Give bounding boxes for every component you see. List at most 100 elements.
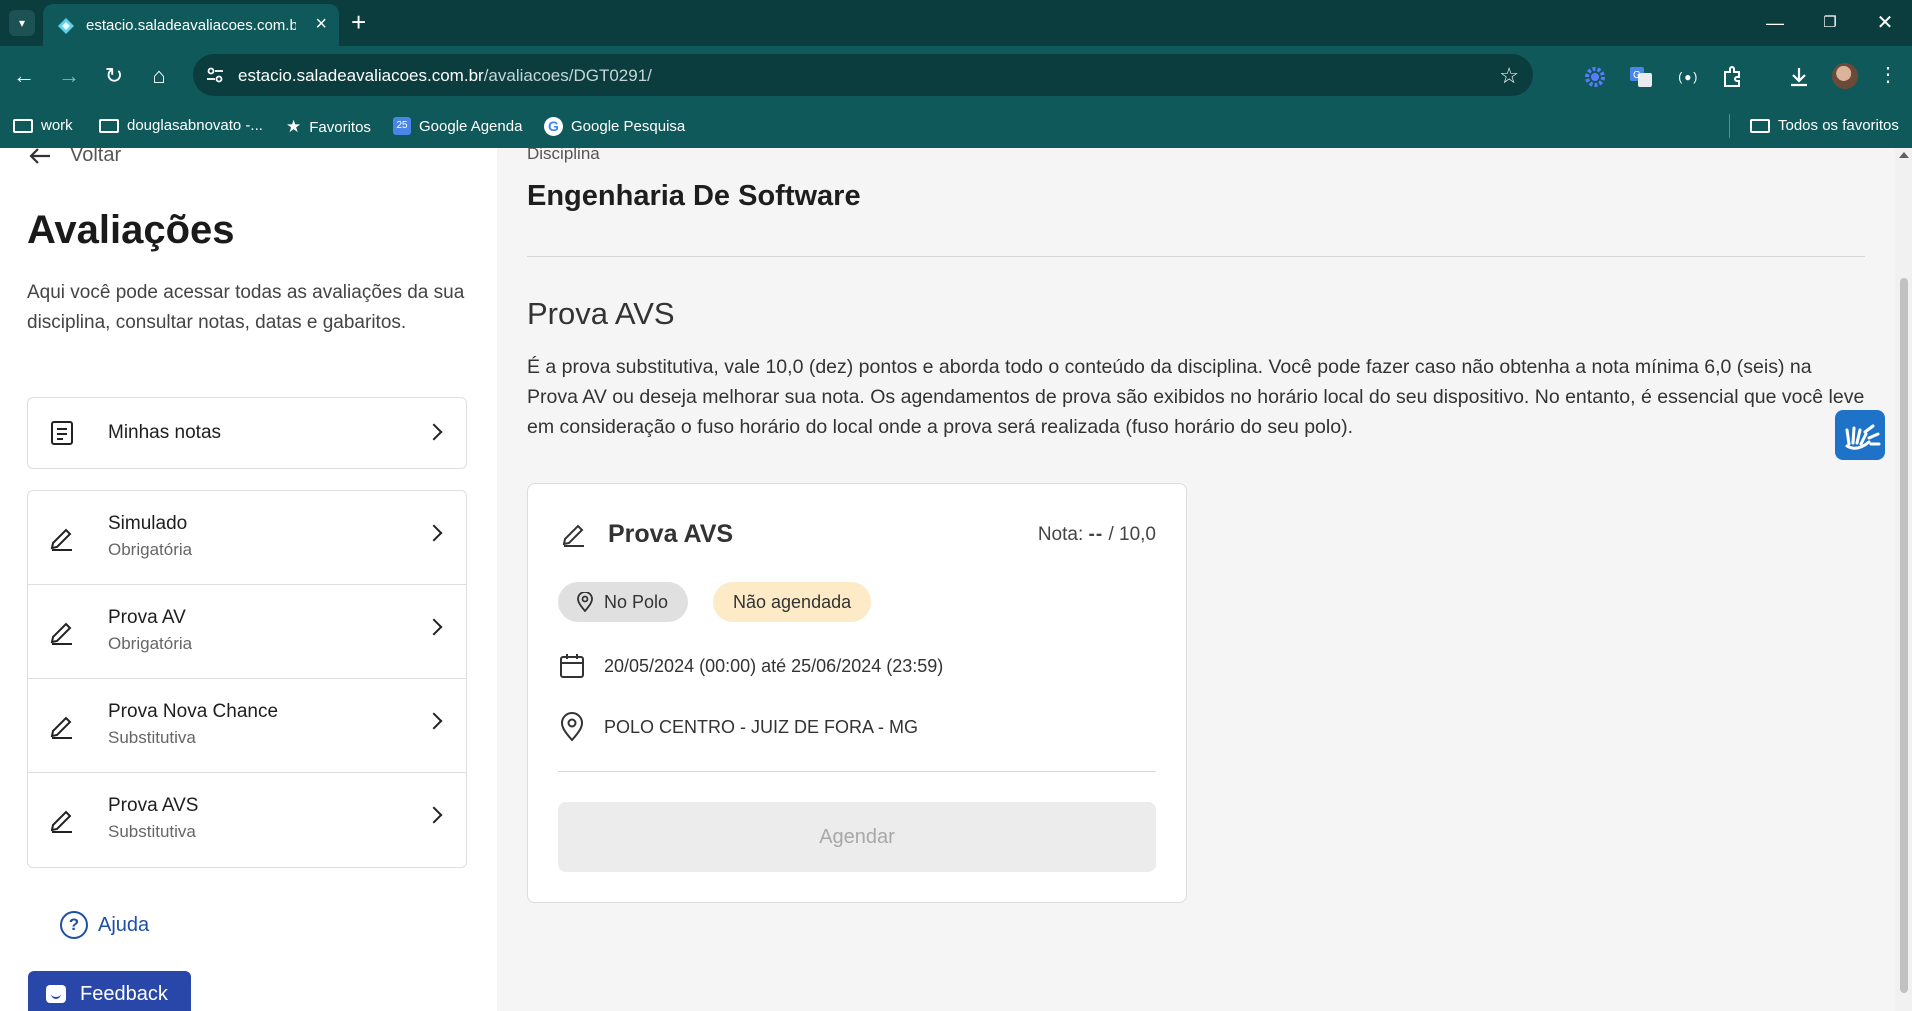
calendar-icon: 25 [393, 117, 411, 135]
site-settings-icon[interactable] [205, 65, 225, 85]
pencil-icon [562, 524, 584, 547]
status-badge: Não agendada [713, 582, 872, 622]
location-text: POLO CENTRO - JUIZ DE FORA - MG [604, 716, 919, 737]
chevron-right-icon [425, 806, 443, 824]
restore-button[interactable]: ❐ [1815, 8, 1845, 38]
chip-location-label: No Polo [604, 591, 669, 612]
help-label: Ajuda [98, 913, 150, 936]
extension-brackets-icon[interactable]: (●) [1674, 64, 1700, 90]
scrollbar-thumb[interactable] [1900, 278, 1908, 993]
svg-text:G: G [1633, 70, 1641, 81]
grades-card: Minhas notas [27, 397, 467, 469]
bookmark-star-icon[interactable]: ☆ [1499, 63, 1519, 89]
tab-strip: ▾ estacio.saladeavaliacoes.com.br × + — … [0, 0, 1912, 46]
tab-search-button[interactable]: ▾ [9, 10, 35, 36]
question-icon: ? [60, 911, 88, 939]
assessment-item-prova-nova-chance[interactable]: Prova Nova Chance Substitutiva [28, 679, 466, 773]
bookmark-label: Google Agenda [419, 117, 523, 135]
back-arrow-icon[interactable]: ← [10, 62, 38, 90]
assessment-title: Prova AVS [108, 795, 199, 816]
reload-icon[interactable]: ↻ [100, 62, 128, 90]
address-bar[interactable]: estacio.saladeavaliacoes.com.br/avaliaco… [193, 54, 1533, 96]
exam-card: Prova AVS Nota: -- / 10,0 No Polo Não ag… [527, 483, 1187, 903]
bookmark-favoritos[interactable]: ★ Favoritos [286, 117, 371, 137]
pencil-icon [50, 810, 72, 833]
calendar-icon [560, 654, 584, 678]
bookmark-google-agenda[interactable]: 25 Google Agenda [393, 117, 522, 135]
minimize-button[interactable]: — [1760, 8, 1790, 38]
arrow-left-icon [29, 148, 50, 164]
folder-icon [13, 118, 33, 133]
bookmark-google-pesquisa[interactable]: G Google Pesquisa [544, 117, 685, 136]
bookmark-douglasabnovato[interactable]: douglasabnovato -... [99, 117, 263, 134]
star-icon: ★ [286, 117, 302, 136]
accessibility-sign-language-button[interactable] [1835, 410, 1885, 460]
all-bookmarks[interactable]: Todos os favoritos [1750, 117, 1899, 134]
assessment-type: Substitutiva [108, 822, 196, 841]
location-row: POLO CENTRO - JUIZ DE FORA - MG [558, 712, 918, 742]
scroll-up-arrow-icon[interactable] [1899, 152, 1909, 158]
help-link[interactable]: ? Ajuda [60, 911, 149, 939]
sidebar: Voltar Avaliações Aqui você pode acessar… [0, 148, 497, 1011]
new-tab-button[interactable]: + [351, 8, 366, 36]
map-pin-icon [560, 712, 584, 742]
home-icon[interactable]: ⌂ [145, 62, 173, 90]
page-title: Avaliações [27, 208, 235, 252]
download-icon[interactable] [1786, 64, 1812, 90]
url-path: /avaliacoes/DGT0291/ [483, 66, 652, 85]
profile-avatar[interactable] [1832, 63, 1858, 89]
hands-icon [1845, 424, 1881, 450]
close-window-button[interactable]: ✕ [1870, 8, 1900, 38]
my-grades-label: Minhas notas [108, 422, 222, 443]
schedule-button[interactable]: Agendar [558, 802, 1156, 872]
assessment-item-prova-av[interactable]: Prova AV Obrigatória [28, 585, 466, 679]
smiley-chat-icon [46, 985, 66, 1003]
grade-label: Nota: [1037, 524, 1084, 545]
assessment-type: Obrigatória [108, 540, 193, 559]
discipline-name: Engenharia De Software [527, 180, 861, 212]
extensions-puzzle-icon[interactable] [1720, 64, 1746, 90]
card-divider [558, 771, 1156, 772]
grade-value: -- [1088, 524, 1104, 545]
back-link[interactable]: Voltar [28, 148, 121, 167]
tab-title: estacio.saladeavaliacoes.com.br [86, 17, 296, 34]
folder-icon [99, 118, 119, 133]
exam-title: Prova AVS [608, 520, 734, 548]
assessment-type: Substitutiva [108, 728, 196, 747]
url-text: estacio.saladeavaliacoes.com.br/avaliaco… [238, 66, 652, 86]
assessments-list: Simulado Obrigatória Prova AV Obrigatóri… [27, 490, 467, 868]
assessment-title: Simulado [108, 513, 188, 534]
feedback-button[interactable]: Feedback [28, 971, 191, 1011]
document-list-icon [51, 421, 73, 445]
tab-close-icon[interactable]: × [315, 13, 327, 35]
bookmark-label: douglasabnovato -... [127, 117, 263, 134]
bookmark-label: Google Pesquisa [571, 118, 686, 135]
divider [527, 256, 1865, 257]
assessment-item-prova-avs[interactable]: Prova AVS Substitutiva [28, 773, 466, 867]
google-icon: G [544, 117, 563, 136]
location-type-chip: No Polo [558, 582, 689, 622]
url-host: estacio.saladeavaliacoes.com.br [238, 66, 484, 85]
chevron-right-icon [425, 423, 443, 441]
bookmarks-divider [1729, 114, 1730, 138]
section-description: É a prova substitutiva, vale 10,0 (dez) … [527, 356, 1865, 438]
browser-menu-icon[interactable]: ⋮ [1878, 62, 1898, 88]
assessment-item-simulado[interactable]: Simulado Obrigatória [28, 491, 466, 585]
discipline-label: Disciplina [527, 148, 600, 163]
translate-icon[interactable]: G [1628, 64, 1654, 90]
pencil-icon [50, 622, 72, 645]
assessment-title: Prova Nova Chance [108, 701, 279, 722]
forward-arrow-icon[interactable]: → [55, 62, 83, 90]
main-content: Disciplina Engenharia De Software Prova … [497, 148, 1895, 1011]
bookmark-work[interactable]: work [13, 117, 73, 134]
grade-display: Nota: -- / 10,0 [1038, 524, 1156, 546]
pencil-icon [50, 528, 72, 551]
bookmarks-bar: work douglasabnovato -... ★ Favoritos 25… [0, 106, 1912, 148]
pencil-icon [50, 716, 72, 739]
active-tab[interactable]: estacio.saladeavaliacoes.com.br × [43, 4, 339, 46]
chevron-right-icon [425, 524, 443, 542]
page-scrollbar[interactable] [1895, 148, 1912, 1011]
chevron-right-icon [425, 618, 443, 636]
my-grades-link[interactable]: Minhas notas [28, 398, 466, 468]
extension-gear-icon[interactable] [1582, 64, 1608, 90]
